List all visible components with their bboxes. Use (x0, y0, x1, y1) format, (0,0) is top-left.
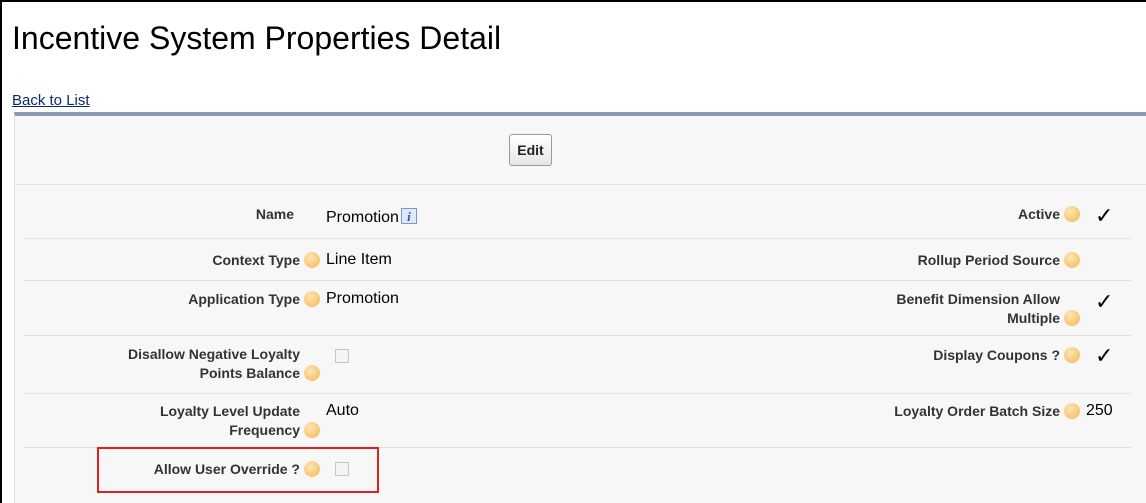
help-icon[interactable] (304, 252, 320, 269)
context-type-value: Line Item (326, 251, 392, 268)
window-top-border (0, 0, 1146, 2)
loyalty-order-batch-size-label-text: Loyalty Order Batch Size (894, 403, 1060, 419)
context-type-label-text: Context Type (212, 252, 300, 268)
help-icon[interactable] (1064, 252, 1080, 269)
loyalty-level-update-line2: Frequency (229, 422, 300, 438)
back-to-list-link[interactable]: Back to List (12, 92, 90, 109)
help-icon[interactable] (304, 365, 320, 382)
info-icon[interactable]: i (400, 208, 417, 224)
help-icon[interactable] (1064, 347, 1080, 364)
display-coupons-label-text: Display Coupons ? (933, 347, 1060, 363)
benefit-dimension-label-line1: Benefit Dimension Allow (896, 291, 1060, 307)
benefit-dimension-checkmark-icon: ✓ (1095, 290, 1114, 315)
benefit-dimension-label: Benefit Dimension Allow Multiple (820, 290, 1080, 328)
active-label-text: Active (1017, 206, 1060, 222)
application-type-label-text: Application Type (188, 291, 300, 307)
highlight-box (97, 447, 379, 493)
help-icon[interactable] (304, 291, 320, 308)
loyalty-order-batch-size-value: 250 (1086, 402, 1113, 419)
loyalty-level-update-value: Auto (326, 402, 359, 419)
disallow-negative-loyalty-label: Disallow Negative Loyalty Points Balance (60, 345, 320, 383)
disallow-negative-loyalty-checkbox[interactable] (335, 349, 349, 363)
disallow-negative-loyalty-line2-group: Points Balance (60, 364, 320, 383)
loyalty-level-update-line1: Loyalty Level Update (159, 403, 300, 419)
benefit-dimension-label-line2-group: Multiple (820, 309, 1080, 328)
context-type-label: Context Type (100, 251, 320, 270)
active-label: Active (880, 205, 1080, 224)
loyalty-order-batch-size-label: Loyalty Order Batch Size (800, 402, 1080, 421)
loyalty-level-update-line2-group: Frequency (60, 421, 320, 440)
loyalty-level-update-label: Loyalty Level Update Frequency (60, 402, 320, 440)
name-label: Name (255, 206, 294, 222)
disallow-negative-loyalty-line2: Points Balance (199, 365, 300, 381)
edit-button[interactable]: Edit (509, 134, 552, 166)
name-value-group: Promotion i (326, 208, 417, 228)
disallow-negative-loyalty-line1: Disallow Negative Loyalty (128, 346, 300, 362)
rollup-period-source-label-text: Rollup Period Source (917, 252, 1060, 268)
application-type-value: Promotion (326, 290, 399, 307)
help-icon[interactable] (1064, 310, 1080, 327)
help-icon[interactable] (1064, 403, 1080, 420)
name-value: Promotion (326, 209, 399, 226)
display-coupons-checkmark-icon: ✓ (1095, 344, 1114, 369)
help-icon[interactable] (1064, 206, 1080, 223)
application-type-label: Application Type (100, 290, 320, 309)
rollup-period-source-label: Rollup Period Source (820, 251, 1080, 270)
page-title: Incentive System Properties Detail (12, 20, 502, 56)
window-left-border (0, 0, 2, 503)
active-checkmark-icon: ✓ (1095, 204, 1114, 229)
button-bar: Edit (15, 116, 1146, 185)
benefit-dimension-label-line2: Multiple (1007, 310, 1060, 326)
help-icon[interactable] (304, 422, 320, 439)
display-coupons-label: Display Coupons ? (820, 346, 1080, 365)
